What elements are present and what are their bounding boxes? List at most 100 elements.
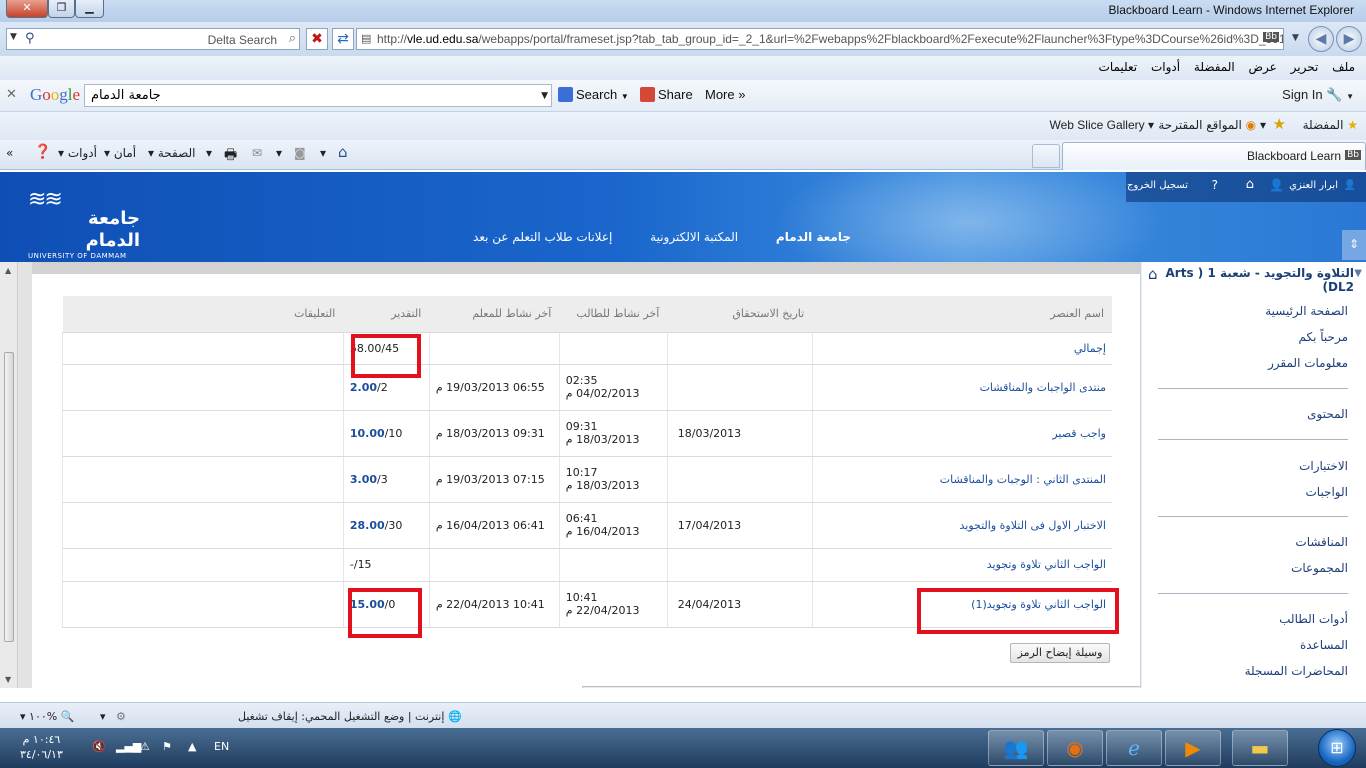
vertical-scrollbar[interactable]: ▲ ▼ bbox=[0, 262, 18, 688]
taskbar-explorer[interactable]: ▬ bbox=[1232, 730, 1288, 766]
minimize-window-button[interactable]: ▁ bbox=[75, 0, 104, 18]
col-teacher-activity[interactable]: آخر نشاط للمعلم bbox=[429, 296, 560, 333]
item-name-link[interactable]: الاختبار الاول فى التلاوة والتجويد bbox=[811, 502, 1112, 549]
item-name-link[interactable]: منتدى الواجبات والمناقشات bbox=[811, 364, 1112, 411]
menu-edit[interactable]: تحرير bbox=[1286, 56, 1324, 78]
menu-item-welcome[interactable]: مرحباً بكم bbox=[1298, 330, 1348, 344]
google-share-button[interactable]: Share bbox=[640, 87, 693, 102]
tab-university[interactable]: جامعة الدمام bbox=[776, 230, 851, 244]
col-item-name[interactable]: اسم العنصر bbox=[812, 296, 1112, 333]
menu-file[interactable]: ملف bbox=[1327, 56, 1360, 78]
chevron-down-icon[interactable]: ▼ bbox=[10, 32, 17, 42]
back-button[interactable]: ▶ bbox=[1336, 26, 1362, 52]
web-slice-gallery-link[interactable]: Web Slice Gallery ▾ bbox=[1049, 118, 1154, 132]
item-name-link[interactable]: الواجب الثاني تلاوة وتجويد bbox=[811, 548, 1112, 582]
menu-item-content[interactable]: المحتوى bbox=[1307, 407, 1348, 421]
wrench-icon[interactable]: 🔧 bbox=[1326, 87, 1342, 102]
history-dropdown-icon[interactable]: ▼ bbox=[1292, 33, 1299, 43]
mail-icon[interactable]: ✉ bbox=[252, 146, 262, 160]
page-command[interactable]: ▾ الصفحة bbox=[148, 146, 196, 160]
print-dropdown-icon[interactable]: ▾ bbox=[206, 146, 212, 160]
col-comments[interactable]: التعليقات bbox=[62, 296, 344, 333]
google-signin-button[interactable]: Sign In 🔧 ▼ bbox=[1282, 87, 1354, 103]
menu-view[interactable]: عرض bbox=[1244, 56, 1282, 78]
google-more-button[interactable]: More » bbox=[705, 87, 745, 102]
network-signal-icon[interactable]: ▂▄▆ bbox=[116, 740, 141, 753]
scroll-up-icon[interactable]: ▲ bbox=[5, 266, 11, 275]
chevrons-icon[interactable]: « bbox=[6, 146, 13, 160]
new-tab-button[interactable] bbox=[1032, 144, 1060, 168]
input-language[interactable]: EN bbox=[214, 740, 229, 753]
menu-item-assignments[interactable]: الواجبات bbox=[1305, 485, 1348, 499]
chevron-down-icon[interactable]: ▼ bbox=[541, 91, 548, 101]
security-zone[interactable]: 🌐 إنترنت | وضع التشغيل المحمي: إيقاف تشغ… bbox=[238, 710, 462, 723]
flag-icon[interactable]: ⚑ bbox=[162, 740, 172, 753]
url-input[interactable]: ▤ http://vle.ud.edu.sa/webapps/portal/fr… bbox=[356, 28, 1284, 50]
scrollbar-thumb[interactable] bbox=[4, 352, 14, 642]
favorites-button[interactable]: المفضلة ★ bbox=[1303, 118, 1358, 132]
rss-icon[interactable]: ◙ bbox=[294, 146, 306, 160]
delta-search-box[interactable]: ▼ ⚲ Delta Search ⌕ bbox=[6, 28, 300, 50]
item-name-link[interactable]: المنتدى الثاني : الوجبات والمناقشات bbox=[811, 456, 1112, 503]
chevron-down-icon[interactable]: ▼ bbox=[1346, 92, 1354, 101]
course-title[interactable]: التلاوة والتجويد - شعبة 1 ( Arts DL2) bbox=[1154, 266, 1355, 294]
close-window-button[interactable]: ✕ bbox=[6, 0, 48, 18]
col-due-date[interactable]: تاريخ الاستحقاق bbox=[667, 296, 813, 333]
refresh-button[interactable]: ⇄ bbox=[332, 28, 354, 50]
scroll-down-icon[interactable]: ▼ bbox=[5, 675, 11, 684]
taskbar-messenger[interactable]: 👥 bbox=[988, 730, 1044, 766]
item-name-link[interactable]: واجب قصير bbox=[811, 410, 1112, 457]
grade-value[interactable]: 28.00/30 bbox=[342, 502, 430, 549]
menu-item-recorded-lectures[interactable]: المحاضرات المسجلة bbox=[1245, 664, 1348, 678]
restore-window-button[interactable]: ❐ bbox=[48, 0, 75, 18]
menu-help[interactable]: تعليمات bbox=[1094, 56, 1143, 78]
taskbar-firefox[interactable]: ◉ bbox=[1047, 730, 1103, 766]
menu-item-groups[interactable]: المجموعات bbox=[1291, 561, 1348, 575]
home-icon[interactable]: ⌂ bbox=[1148, 265, 1158, 283]
home-icon[interactable]: ⌂ bbox=[338, 143, 348, 161]
menu-item-help[interactable]: المساعدة bbox=[1300, 638, 1348, 652]
logout-link[interactable]: تسجيل الخروج bbox=[1127, 180, 1188, 191]
google-search-button[interactable]: Search ▼ bbox=[558, 87, 629, 102]
icon-legend-button[interactable]: وسيلة إيضاح الرمز bbox=[1010, 643, 1110, 663]
tab-announcements[interactable]: إعلانات طلاب التعلم عن بعد bbox=[473, 230, 612, 244]
item-name-link[interactable]: إجمالي bbox=[811, 332, 1112, 365]
user-name[interactable]: ابرار العنزي bbox=[1289, 180, 1338, 191]
action-center-icon[interactable]: ⚠ bbox=[140, 740, 150, 753]
suggested-sites-link[interactable]: المواقع المقترحة ◉ ▾ bbox=[1158, 118, 1266, 132]
home-icon[interactable]: ⌂ bbox=[1246, 177, 1254, 192]
close-toolbar-icon[interactable]: ✕ bbox=[6, 87, 17, 102]
tools-command[interactable]: ▾ أدوات bbox=[58, 146, 97, 160]
google-query-input[interactable] bbox=[85, 85, 525, 106]
menu-favorites[interactable]: المفضلة bbox=[1189, 56, 1240, 78]
protected-mode-dropdown-icon[interactable]: ▾ bbox=[100, 710, 106, 723]
settings-icon[interactable]: ⚙ bbox=[116, 710, 126, 723]
feed-dropdown-icon[interactable]: ▾ bbox=[276, 146, 282, 160]
safety-command[interactable]: ▾ أمان bbox=[104, 146, 136, 160]
forward-button[interactable]: ◀ bbox=[1308, 26, 1334, 52]
tab-blackboard[interactable]: Blackboard Learn Bb bbox=[1062, 142, 1366, 170]
stop-button[interactable]: ✖ bbox=[306, 28, 328, 50]
volume-muted-icon[interactable]: 🔇 bbox=[92, 740, 106, 753]
help-icon[interactable]: ? bbox=[1212, 178, 1218, 192]
menu-tools[interactable]: أدوات bbox=[1146, 56, 1185, 78]
search-go-icon[interactable]: ⌕ bbox=[289, 31, 296, 46]
menu-item-student-tools[interactable]: أدوات الطالب bbox=[1279, 612, 1348, 626]
taskbar-media-player[interactable]: ▶ bbox=[1165, 730, 1221, 766]
person-icon[interactable]: 👤 bbox=[1269, 178, 1284, 192]
university-logo[interactable]: ≋≋ جامعة الدمام UNIVERSITY OF DAMMAM bbox=[28, 189, 148, 261]
chevron-down-icon[interactable]: ▼ bbox=[621, 92, 629, 101]
menu-item-course-info[interactable]: معلومات المقرر bbox=[1268, 356, 1348, 370]
grade-value[interactable]: 3.00/3 bbox=[342, 456, 430, 503]
grade-value[interactable]: 10.00/10 bbox=[342, 410, 430, 457]
print-icon[interactable]: 🖶 bbox=[224, 144, 237, 168]
menu-item-tests[interactable]: الاختبارات bbox=[1299, 459, 1348, 473]
expand-icon[interactable]: ⇕ bbox=[1342, 230, 1366, 260]
help-icon[interactable]: ❓ bbox=[34, 144, 51, 160]
col-student-activity[interactable]: آخر نشاط للطالب bbox=[559, 296, 668, 333]
taskbar-internet-explorer[interactable]: ℯ bbox=[1106, 730, 1162, 766]
home-dropdown-icon[interactable]: ▾ bbox=[320, 146, 326, 160]
show-hidden-icons[interactable]: ▲ bbox=[188, 740, 196, 753]
chevron-down-icon[interactable]: ▼ bbox=[1354, 268, 1362, 279]
tab-e-library[interactable]: المكتبة الالكترونية bbox=[650, 230, 738, 244]
